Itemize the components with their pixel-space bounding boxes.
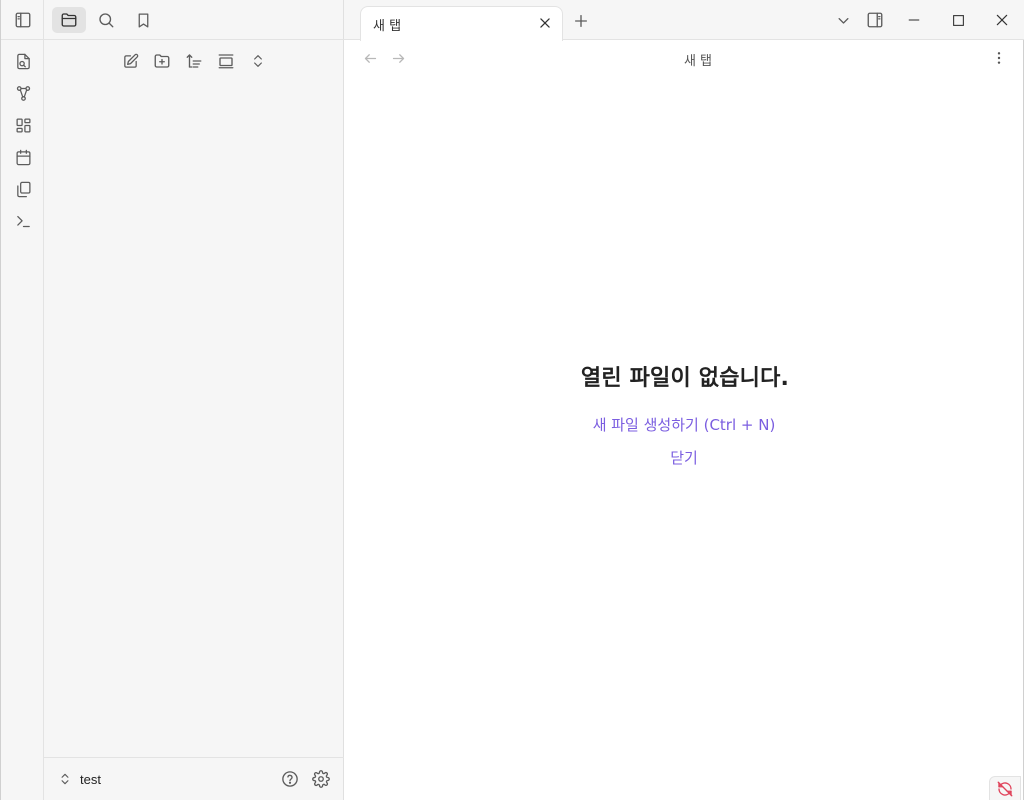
more-options-icon[interactable] [990, 49, 1008, 67]
vault-name: test [80, 771, 101, 787]
sync-error-icon[interactable] [989, 776, 1021, 800]
maximize-icon[interactable] [946, 9, 970, 31]
view-header: 새 탭 [344, 40, 1024, 76]
tab-search[interactable] [89, 7, 123, 33]
file-explorer-actions [44, 50, 344, 72]
folder-icon [61, 13, 77, 27]
empty-state: 열린 파일이 없습니다. 새 파일 생성하기 (Ctrl + N) 닫기 [344, 360, 1024, 468]
new-note-icon[interactable] [118, 50, 142, 72]
close-icon[interactable] [536, 14, 554, 32]
settings-gear-icon[interactable] [310, 768, 332, 790]
window-close-icon[interactable] [990, 9, 1014, 31]
command-palette-icon[interactable] [12, 210, 34, 232]
left-sidebar: test [44, 0, 344, 800]
chevron-down-icon[interactable] [831, 9, 855, 31]
tab-bar: 새 탭 [344, 0, 1024, 41]
daily-note-icon[interactable] [12, 146, 34, 168]
empty-state-title: 열린 파일이 없습니다. [580, 366, 790, 391]
ribbon-divider [1, 39, 45, 40]
right-sidebar-toggle-icon[interactable] [863, 9, 887, 31]
vault-switcher[interactable]: test [58, 768, 101, 790]
sidebar-footer: test [44, 757, 344, 800]
plus-icon[interactable] [570, 10, 592, 32]
view-title: 새 탭 [683, 54, 713, 69]
sort-icon[interactable] [182, 50, 206, 72]
sidebar-tab-header [44, 0, 344, 40]
search-icon [99, 13, 114, 28]
close-link[interactable]: 닫기 [344, 447, 1024, 468]
left-ribbon [0, 0, 45, 800]
open-quick-switcher-icon[interactable] [12, 50, 34, 72]
create-new-file-link[interactable]: 새 파일 생성하기 (Ctrl + N) [344, 414, 1024, 435]
canvas-icon[interactable] [12, 114, 34, 136]
new-folder-icon[interactable] [150, 50, 174, 72]
sidebar-toggle-icon[interactable] [11, 8, 35, 32]
tab-new-tab[interactable]: 새 탭 [360, 6, 563, 41]
tab-bookmarks[interactable] [126, 7, 160, 33]
expand-collapse-icon[interactable] [246, 50, 270, 72]
collapse-icon[interactable] [214, 50, 238, 72]
tab-title: 새 탭 [373, 19, 402, 34]
templates-icon[interactable] [12, 178, 34, 200]
tab-files[interactable] [52, 7, 86, 33]
minimize-icon[interactable] [902, 9, 926, 31]
chevron-up-down-icon [58, 772, 72, 786]
main-workspace: 새 탭 새 탭 열린 파일이 없습니다. 새 파일 생성하기 (Ctrl + N… [344, 0, 1024, 800]
bookmark-icon [138, 12, 148, 28]
graph-view-icon[interactable] [12, 82, 34, 104]
help-icon[interactable] [279, 768, 301, 790]
